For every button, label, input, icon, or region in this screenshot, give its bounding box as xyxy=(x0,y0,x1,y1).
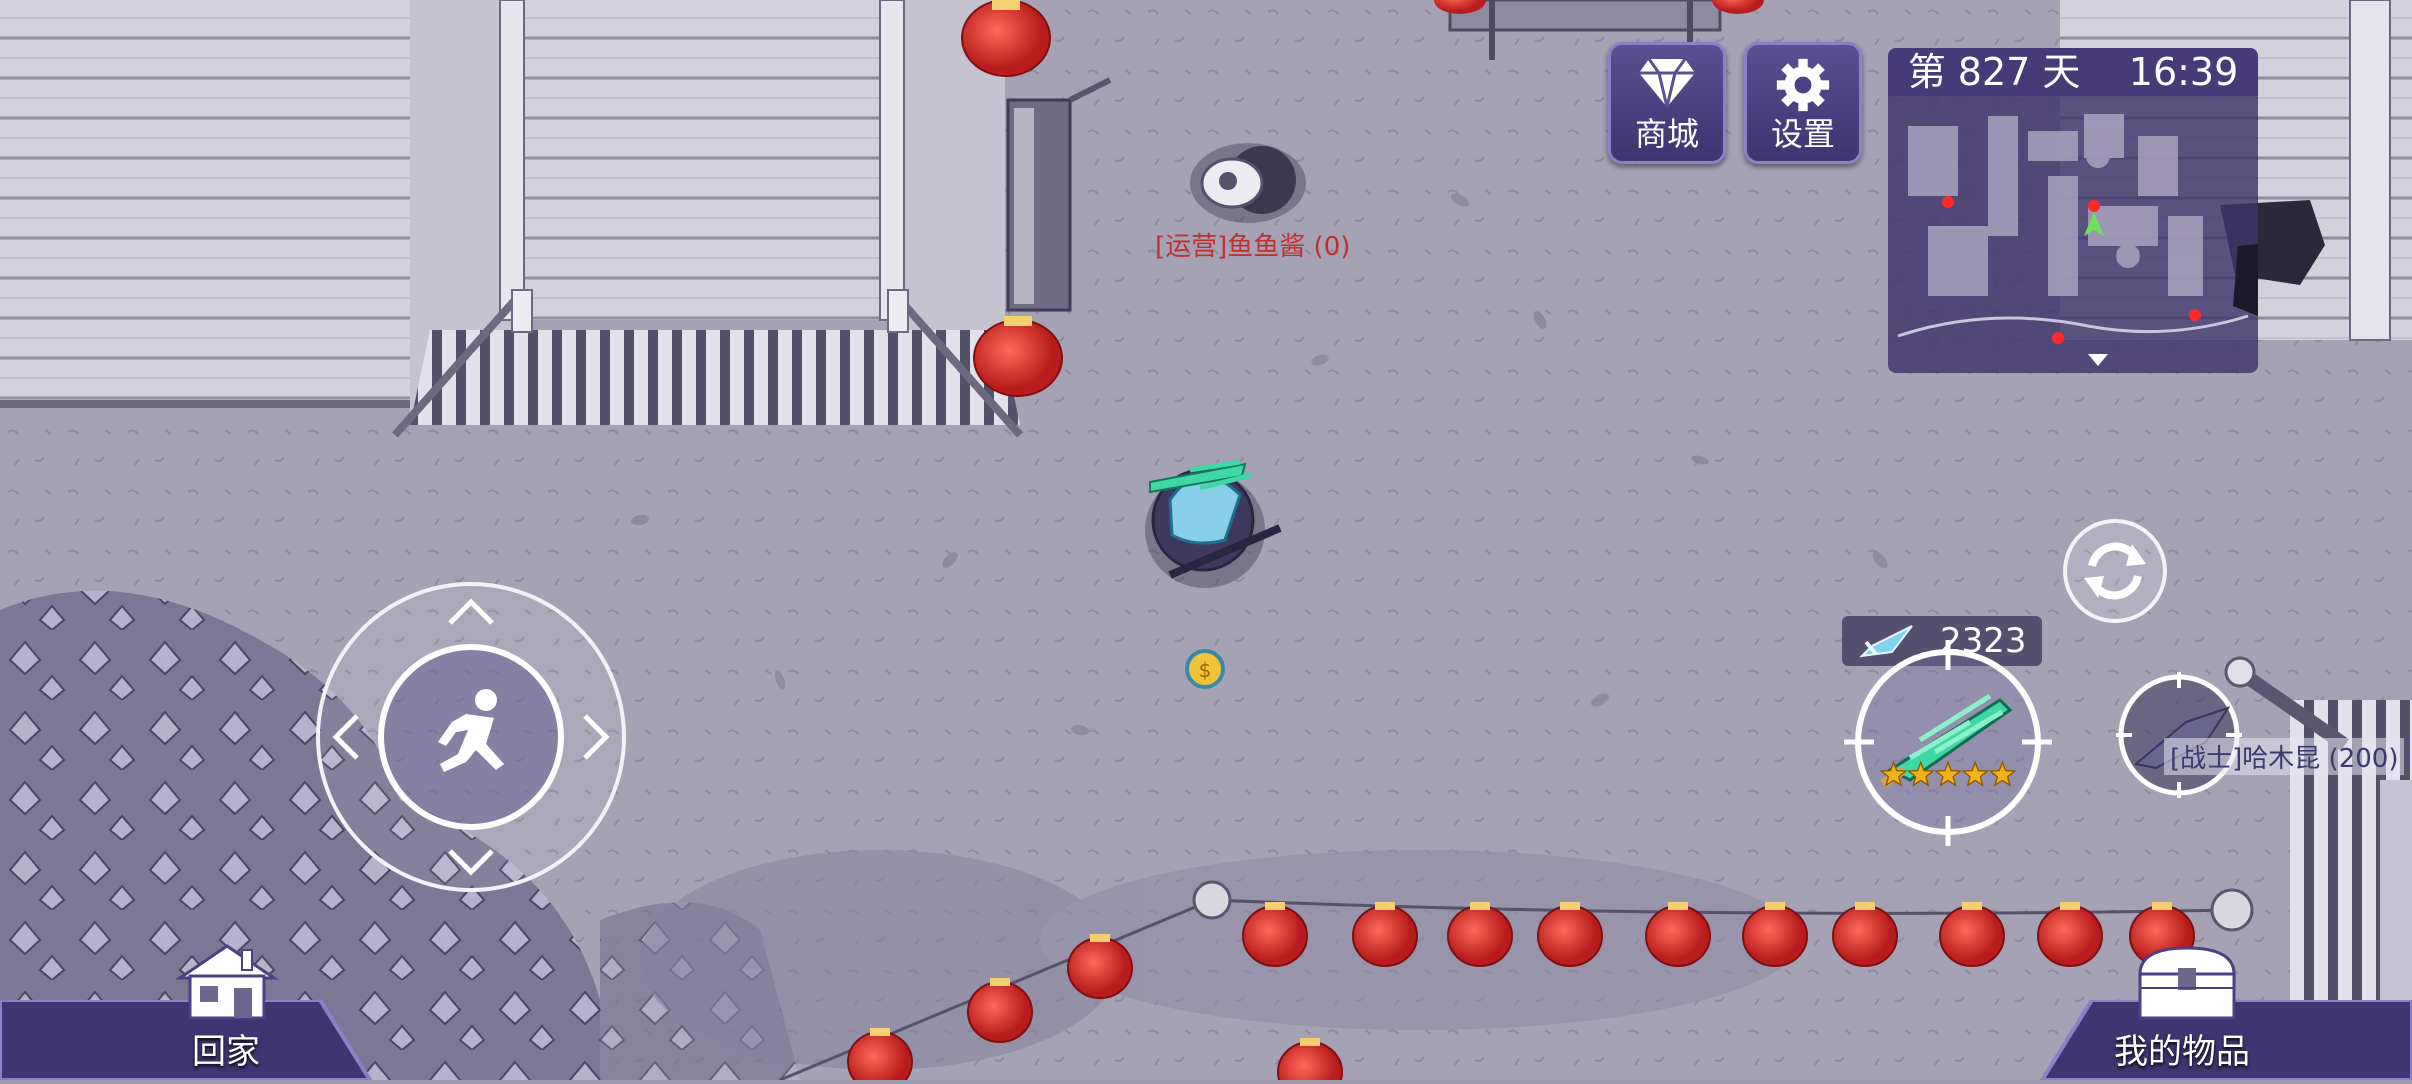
enemy-name-tag: [战士]哈木昆 (200) xyxy=(2164,738,2405,775)
weapon-star-rating xyxy=(1879,760,2017,790)
settings-button[interactable]: 设置 xyxy=(1744,42,1862,164)
inventory-label: 我的物品 xyxy=(2114,1032,2250,1072)
home-label: 回家 xyxy=(192,1032,260,1072)
gear-icon xyxy=(1776,58,1830,112)
refresh-icon xyxy=(2063,519,2167,623)
central-building xyxy=(392,0,1023,438)
npc-name-tag: [运营]鱼鱼酱 (0) xyxy=(1155,232,1351,262)
minimap[interactable]: 第 827 天 16:39 xyxy=(1888,48,2258,373)
minimap-view xyxy=(1897,114,2258,366)
shop-label: 商城 xyxy=(1634,115,1699,153)
shop-button[interactable]: 商城 xyxy=(1608,42,1726,164)
coin-icon[interactable]: $ xyxy=(1185,649,1225,689)
star-icon xyxy=(1934,760,1962,787)
chest-icon xyxy=(2138,946,2236,1020)
run-icon xyxy=(438,689,504,772)
left-building xyxy=(0,0,415,408)
enemy-target[interactable] xyxy=(2116,672,2242,798)
lantern xyxy=(961,0,1051,77)
star-icon xyxy=(1961,760,1990,787)
movement-joystick[interactable] xyxy=(312,578,630,896)
day-counter: 第 827 天 xyxy=(1907,50,2081,94)
star-icon xyxy=(1906,760,1935,787)
house-icon xyxy=(175,944,279,1020)
switch-target-button[interactable] xyxy=(2062,518,2168,624)
game-time: 16:39 xyxy=(2128,50,2239,94)
diamond-icon xyxy=(1639,58,1695,108)
home-button[interactable]: 回家 xyxy=(172,942,282,1080)
attack-button[interactable] xyxy=(1840,640,2056,850)
settings-label: 设置 xyxy=(1770,115,1835,153)
inventory-button[interactable]: 我的物品 xyxy=(2112,944,2262,1080)
npc-character[interactable] xyxy=(1190,143,1306,223)
star-icon xyxy=(1988,760,2017,787)
day-time-display: 第 827 天 16:39 xyxy=(1888,48,2258,96)
svg-text:$: $ xyxy=(1199,658,1212,682)
star-icon xyxy=(1879,760,1908,787)
